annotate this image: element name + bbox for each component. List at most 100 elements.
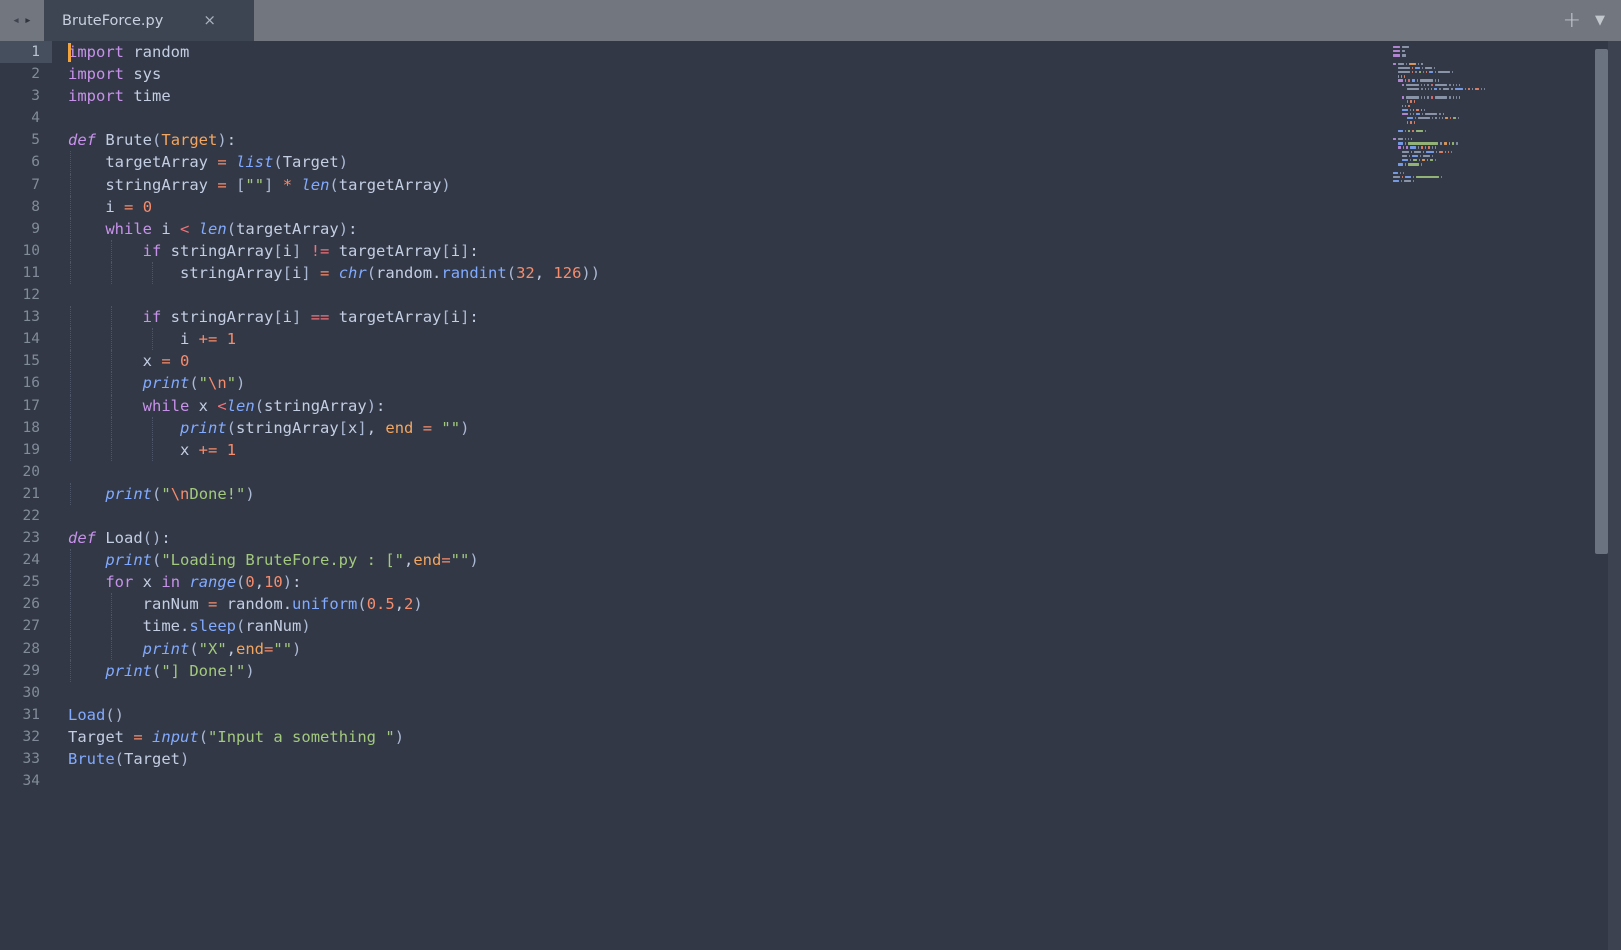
code-line[interactable]: 11 stringArray[i] = chr(random.randint(3…: [0, 261, 1545, 285]
code-line-text[interactable]: if stringArray[i] == targetArray[i]:: [52, 306, 1545, 329]
line-number: 11: [22, 264, 40, 281]
code-line[interactable]: 1 import random: [0, 41, 1545, 64]
code-line-text[interactable]: i += 1: [52, 328, 1545, 351]
indent-guide: [70, 571, 71, 594]
code-line-text[interactable]: Load(): [52, 704, 1545, 726]
code-line-text[interactable]: print(stringArray[x], end = ""): [52, 416, 1545, 439]
code-lines-container[interactable]: 1 import random 2 import sys 3 import time 4 5 d…: [0, 41, 1545, 950]
line-number: 27: [22, 618, 40, 635]
code-line[interactable]: 32 Target = input("Input a something "): [0, 726, 1545, 748]
code-line-text[interactable]: import sys: [52, 63, 1545, 85]
code-line[interactable]: 16 print("\n"): [0, 372, 1545, 395]
code-line[interactable]: 20: [0, 461, 1545, 483]
code-line[interactable]: 8 i = 0: [0, 195, 1545, 218]
code-line[interactable]: 30: [0, 682, 1545, 704]
code-line-text[interactable]: stringArray = [""] * len(targetArray): [52, 173, 1545, 196]
code-line[interactable]: 3 import time: [0, 85, 1545, 107]
code-line-text[interactable]: [52, 505, 1545, 527]
indent-guide: [70, 328, 71, 351]
code-line-text[interactable]: for x in range(0,10):: [52, 571, 1545, 594]
line-number: 12: [22, 287, 40, 304]
code-line[interactable]: 7 stringArray = [""] * len(targetArray): [0, 173, 1545, 196]
indent-guide: [111, 350, 112, 373]
code-line-text[interactable]: import random: [52, 41, 1545, 63]
code-line-text[interactable]: print("] Done!"): [52, 659, 1545, 682]
line-number: 6: [31, 154, 40, 171]
code-line[interactable]: 14 i += 1: [0, 328, 1545, 351]
code-line[interactable]: 2 import sys: [0, 63, 1545, 85]
code-line[interactable]: 10 if stringArray[i] != targetArray[i]:: [0, 239, 1545, 262]
code-line[interactable]: 4: [0, 107, 1545, 129]
indent-guide: [152, 438, 153, 461]
code-line[interactable]: 19 x += 1: [0, 438, 1545, 461]
code-line-text[interactable]: i = 0: [52, 195, 1545, 218]
code-line-text[interactable]: while i < len(targetArray):: [52, 217, 1545, 240]
indent-guide: [70, 151, 71, 174]
code-line[interactable]: 6 targetArray = list(Target): [0, 151, 1545, 174]
code-line[interactable]: 5 def Brute(Target):: [0, 129, 1545, 151]
code-line[interactable]: 13 if stringArray[i] == targetArray[i]:: [0, 306, 1545, 329]
indent-guide: [111, 438, 112, 461]
editor-tab-bruteforce[interactable]: BruteForce.py ×: [44, 0, 254, 41]
code-line-text[interactable]: stringArray[i] = chr(random.randint(32, …: [52, 261, 1545, 285]
chevron-right-icon[interactable]: ▸: [24, 14, 32, 27]
code-line-text[interactable]: print("\nDone!"): [52, 482, 1545, 505]
indent-guide: [70, 438, 71, 461]
code-line[interactable]: 23 def Load():: [0, 527, 1545, 549]
code-line-text[interactable]: print("X",end=""): [52, 637, 1545, 660]
code-line[interactable]: 28 print("X",end=""): [0, 637, 1545, 660]
code-line-text[interactable]: Brute(Target): [52, 748, 1545, 770]
vertical-scrollbar-thumb[interactable]: [1595, 49, 1608, 554]
chevron-down-icon[interactable]: ▼: [1595, 14, 1605, 27]
code-line[interactable]: 29 print("] Done!"): [0, 659, 1545, 682]
code-line-text[interactable]: [52, 461, 1545, 483]
code-line[interactable]: 12: [0, 284, 1545, 306]
code-line-text[interactable]: import time: [52, 85, 1545, 107]
code-editor[interactable]: 1 import random 2 import sys 3 import time 4 5 d…: [0, 41, 1621, 950]
code-line[interactable]: 22: [0, 505, 1545, 527]
close-icon[interactable]: ×: [203, 13, 216, 28]
indent-guide: [111, 416, 112, 439]
code-line[interactable]: 34: [0, 770, 1545, 792]
line-number: 34: [22, 773, 40, 790]
code-line-text[interactable]: print("\n"): [52, 372, 1545, 395]
new-tab-icon[interactable]: +: [1563, 9, 1581, 32]
code-line[interactable]: 31 Load(): [0, 704, 1545, 726]
code-line-text[interactable]: Target = input("Input a something "): [52, 726, 1545, 748]
code-line[interactable]: 24 print("Loading BruteFore.py : [",end=…: [0, 549, 1545, 572]
code-line-text[interactable]: time.sleep(ranNum): [52, 615, 1545, 638]
code-line-text[interactable]: [52, 107, 1545, 129]
code-line-text[interactable]: def Load():: [52, 527, 1545, 549]
indent-guide: [111, 261, 112, 285]
code-line-text[interactable]: [52, 284, 1545, 306]
code-line-text[interactable]: targetArray = list(Target): [52, 151, 1545, 174]
code-line-text[interactable]: x += 1: [52, 438, 1545, 461]
code-line[interactable]: 9 while i < len(targetArray):: [0, 217, 1545, 240]
code-line-text[interactable]: print("Loading BruteFore.py : [",end=""): [52, 549, 1545, 572]
indent-guide: [70, 372, 71, 395]
code-line[interactable]: 18 print(stringArray[x], end = ""): [0, 416, 1545, 439]
indent-guide: [70, 394, 71, 417]
line-number: 1: [0, 41, 52, 64]
code-line-text[interactable]: [52, 682, 1545, 704]
code-line-text[interactable]: if stringArray[i] != targetArray[i]:: [52, 239, 1545, 262]
line-number: 21: [22, 485, 40, 502]
tab-nav-arrows[interactable]: ◂ ▸: [0, 0, 44, 41]
vertical-scrollbar-track[interactable]: [1545, 41, 1621, 950]
code-line-text[interactable]: x = 0: [52, 350, 1545, 373]
code-line-text[interactable]: [52, 770, 1545, 792]
code-line-text[interactable]: while x <len(stringArray):: [52, 394, 1545, 417]
line-number: 10: [22, 242, 40, 259]
code-line[interactable]: 21 print("\nDone!"): [0, 482, 1545, 505]
code-line[interactable]: 26 ranNum = random.uniform(0.5,2): [0, 593, 1545, 616]
code-line[interactable]: 25 for x in range(0,10):: [0, 571, 1545, 594]
code-line[interactable]: 17 while x <len(stringArray):: [0, 394, 1545, 417]
chevron-left-icon[interactable]: ◂: [12, 14, 20, 27]
code-line[interactable]: 27 time.sleep(ranNum): [0, 615, 1545, 638]
indent-guide: [70, 637, 71, 660]
code-line[interactable]: 33 Brute(Target): [0, 748, 1545, 770]
line-number: 4: [31, 110, 40, 127]
code-line[interactable]: 15 x = 0: [0, 350, 1545, 373]
code-line-text[interactable]: def Brute(Target):: [52, 129, 1545, 151]
code-line-text[interactable]: ranNum = random.uniform(0.5,2): [52, 593, 1545, 616]
